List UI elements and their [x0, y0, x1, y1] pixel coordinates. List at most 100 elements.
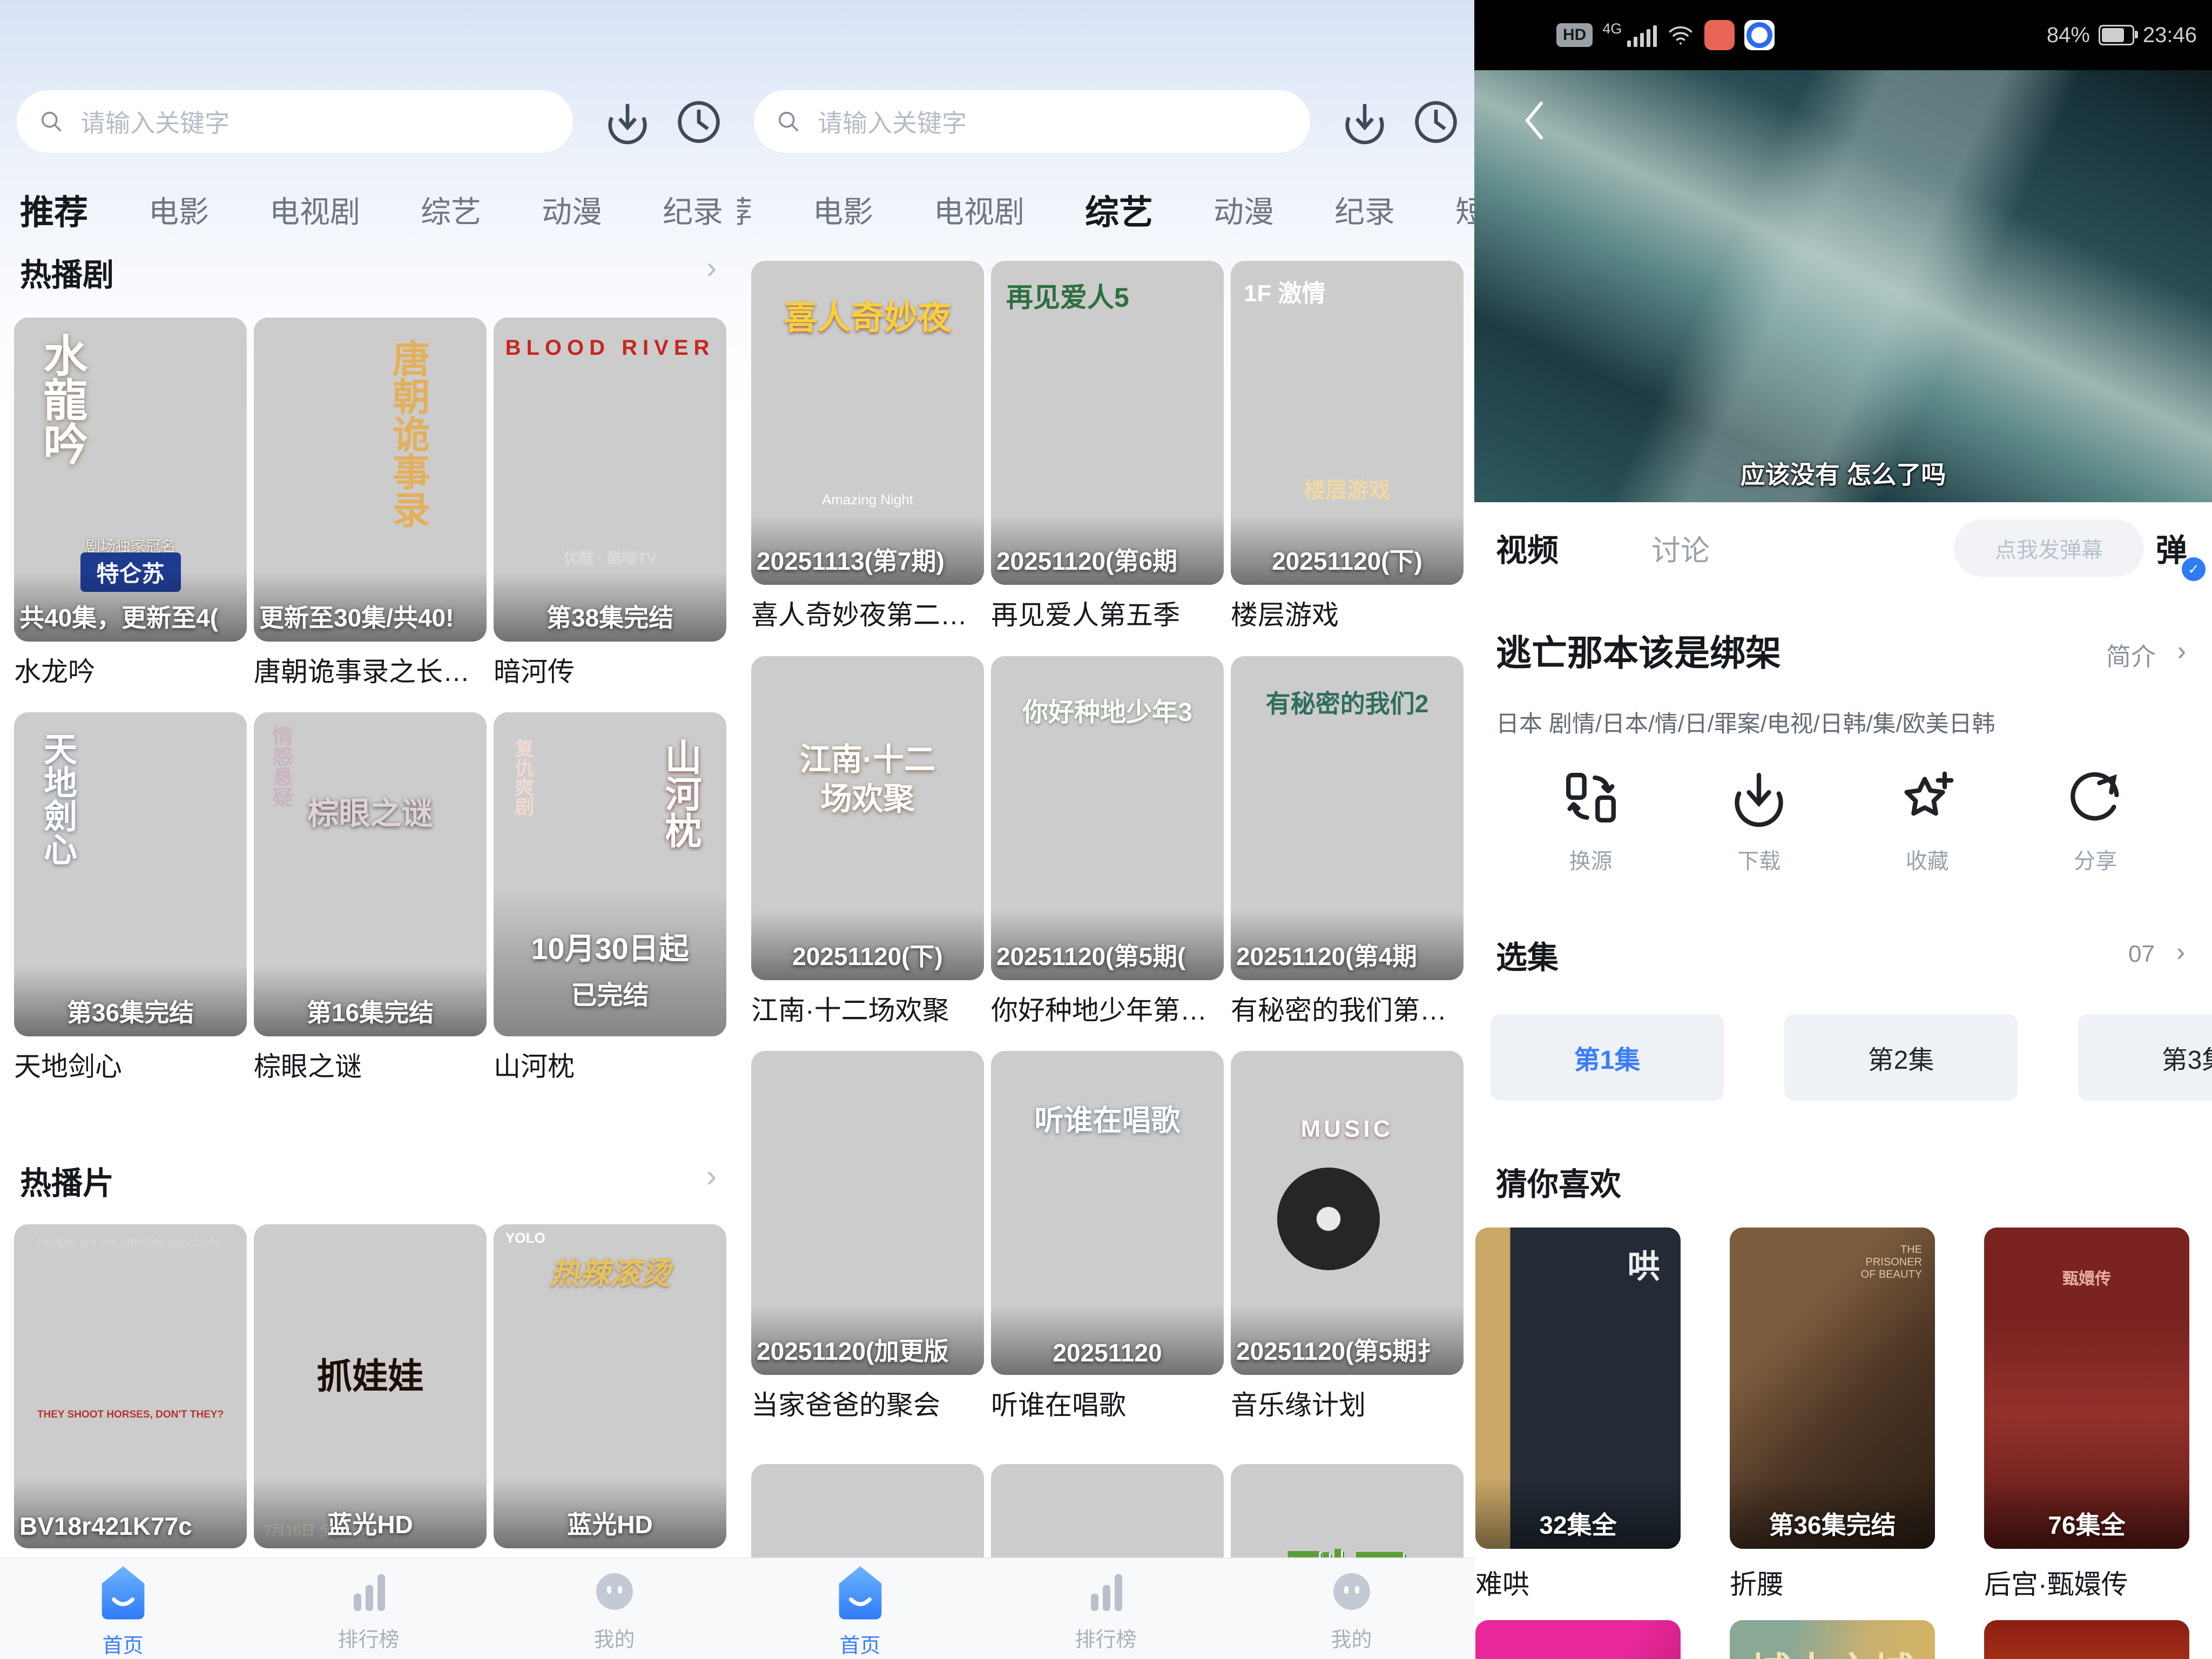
- tab-recommend[interactable]: 推荐: [20, 185, 88, 234]
- poster-card[interactable]: 哄 32集全: [1475, 1228, 1681, 1549]
- chevron-right-icon[interactable]: ›: [2177, 635, 2186, 666]
- tab-anime[interactable]: 动漫: [542, 188, 602, 232]
- poster-card[interactable]: YOLO 热辣滚烫 蓝光HD: [494, 1224, 726, 1548]
- tab-documentary[interactable]: 纪录: [663, 188, 723, 232]
- poster-title[interactable]: 当家爸爸的聚会: [751, 1384, 984, 1422]
- poster-title[interactable]: 难哄: [1475, 1563, 1681, 1602]
- share-button[interactable]: 分享: [2012, 766, 2180, 875]
- poster-card[interactable]: 山河枕 复仇爽剧 10月30日起 已完结: [494, 712, 726, 1036]
- poster-card[interactable]: 有秘密的我们2 20251120(第4期: [1231, 656, 1464, 980]
- poster-title[interactable]: 棕眼之谜: [254, 1045, 487, 1084]
- change-source-button[interactable]: 换源: [1507, 766, 1675, 875]
- poster-title[interactable]: 水龙吟: [14, 650, 247, 689]
- back-button[interactable]: [1521, 98, 1547, 143]
- poster-card[interactable]: People are the ultimate spectacle. THEY …: [14, 1224, 247, 1548]
- poster-slot[interactable]: 1F 激情 楼层游戏 20251120(下) 楼层游戏: [1231, 261, 1464, 632]
- poster-card[interactable]: 喜人奇妙夜 Amazing Night 20251113(第7期): [751, 261, 984, 585]
- poster-slot[interactable]: 江南·十二场欢聚 20251120(下) 江南·十二场欢聚: [751, 656, 984, 1028]
- poster-card[interactable]: 天地劍心 第36集完结: [14, 712, 247, 1036]
- poster-slot[interactable]: 唐朝诡事录 更新至30集/共40! 唐朝诡事录之长…: [254, 318, 487, 689]
- chevron-right-icon[interactable]: ›: [2176, 938, 2185, 967]
- nav-ranking[interactable]: 排行榜: [246, 1559, 491, 1659]
- history-button[interactable]: [1409, 95, 1463, 149]
- poster-slot[interactable]: THE PRISONER OF BEAUTY 第36集完结 折腰: [1730, 1228, 1935, 1602]
- poster-title[interactable]: 音乐缘计划: [1231, 1384, 1464, 1422]
- video-player[interactable]: [1474, 0, 2212, 502]
- poster-card[interactable]: BLOOD RIVER 优酷 · 酷喵TV 第38集完结: [494, 318, 726, 642]
- poster-slot[interactable]: MUSIC 20251120(第5期扌 音乐缘计划: [1231, 1051, 1464, 1422]
- poster-slot[interactable]: People are the ultimate spectacle. THEY …: [14, 1224, 247, 1548]
- poster-card[interactable]: 甄嬛传 76集全: [1984, 1228, 2189, 1549]
- nav-me[interactable]: 我的: [1229, 1559, 1474, 1659]
- poster-title[interactable]: 有秘密的我们第…: [1231, 989, 1464, 1028]
- tab-discussion[interactable]: 讨论: [1651, 527, 1710, 569]
- downloads-button[interactable]: [601, 95, 655, 149]
- poster-slot[interactable]: BLOOD RIVER 优酷 · 酷喵TV 第38集完结 暗河传: [494, 318, 726, 689]
- tab-recommend-partial[interactable]: 推荐: [737, 188, 752, 232]
- poster-title[interactable]: 后宫·甄嬛传: [1984, 1563, 2189, 1602]
- poster-card[interactable]: 情感悬疑 棕眼之谜 第16集完结: [254, 712, 487, 1036]
- poster-card[interactable]: 抓娃娃 7月16日 全国上映 蓝光HD: [254, 1224, 487, 1548]
- poster-card[interactable]: [1475, 1620, 1681, 1659]
- poster-slot[interactable]: 喜人奇妙夜 Amazing Night 20251113(第7期) 喜人奇妙夜第…: [751, 261, 984, 632]
- episode-3-chip[interactable]: 第3集: [2078, 1014, 2212, 1101]
- downloads-button[interactable]: [1338, 95, 1392, 149]
- tab-tv[interactable]: 电视剧: [934, 188, 1024, 232]
- poster-card[interactable]: [1984, 1620, 2189, 1659]
- search-bar[interactable]: 请输入关键字: [17, 90, 573, 153]
- intro-link[interactable]: 简介: [2106, 637, 2156, 673]
- episode-2-chip[interactable]: 第2集: [1784, 1014, 2018, 1101]
- poster-card[interactable]: 再见爱人5 20251120(第6期: [991, 261, 1224, 585]
- nav-me[interactable]: 我的: [491, 1559, 737, 1659]
- poster-card[interactable]: 水龍吟 剧场独家冠名 特仑苏 共40集，更新至4(: [14, 318, 247, 642]
- poster-slot[interactable]: 情感悬疑 棕眼之谜 第16集完结 棕眼之谜: [254, 712, 487, 1084]
- poster-title[interactable]: 楼层游戏: [1231, 594, 1464, 632]
- poster-title[interactable]: 唐朝诡事录之长…: [254, 650, 487, 689]
- poster-card[interactable]: 城中之城: [1730, 1620, 1935, 1659]
- poster-card[interactable]: 唐朝诡事录 更新至30集/共40!: [254, 318, 487, 642]
- poster-slot[interactable]: 你好种地少年3 20251120(第5期( 你好种地少年第…: [991, 656, 1224, 1028]
- poster-slot[interactable]: 听谁在唱歌 20251120 听谁在唱歌: [991, 1051, 1224, 1422]
- tab-tv[interactable]: 电视剧: [269, 188, 360, 232]
- favorite-button[interactable]: 收藏: [1843, 766, 2012, 875]
- poster-card[interactable]: 你好种地少年3 20251120(第5期(: [991, 656, 1224, 980]
- chevron-right-icon[interactable]: ›: [706, 249, 717, 286]
- poster-title[interactable]: 再见爱人第五季: [991, 594, 1224, 632]
- poster-card[interactable]: 听谁在唱歌 20251120: [991, 1051, 1224, 1375]
- poster-slot[interactable]: 再见爱人5 20251120(第6期 再见爱人第五季: [991, 261, 1224, 632]
- poster-title[interactable]: 喜人奇妙夜第二…: [751, 594, 984, 632]
- poster-slot[interactable]: YOLO 热辣滚烫 蓝光HD: [494, 1224, 726, 1548]
- poster-card[interactable]: THE PRISONER OF BEAUTY 第36集完结: [1730, 1228, 1935, 1549]
- tab-anime[interactable]: 动漫: [1213, 188, 1274, 232]
- poster-title[interactable]: 山河枕: [494, 1045, 726, 1084]
- poster-slot[interactable]: 20251120(加更版 当家爸爸的聚会: [751, 1051, 984, 1422]
- poster-slot[interactable]: 哄 32集全 难哄: [1475, 1228, 1681, 1602]
- poster-slot[interactable]: 山河枕 复仇爽剧 10月30日起 已完结 山河枕: [494, 712, 726, 1084]
- poster-title[interactable]: 天地剑心: [14, 1045, 247, 1084]
- nav-ranking[interactable]: 排行榜: [983, 1559, 1229, 1659]
- poster-slot[interactable]: 天地劍心 第36集完结 天地剑心: [14, 712, 247, 1084]
- poster-card[interactable]: MUSIC 20251120(第5期扌: [1231, 1051, 1464, 1375]
- history-button[interactable]: [672, 95, 726, 149]
- poster-title[interactable]: 暗河传: [494, 650, 726, 689]
- poster-title[interactable]: 江南·十二场欢聚: [751, 989, 984, 1028]
- poster-slot[interactable]: 抓娃娃 7月16日 全国上映 蓝光HD: [254, 1224, 487, 1548]
- episode-1-chip[interactable]: 第1集: [1491, 1014, 1724, 1101]
- poster-slot[interactable]: 有秘密的我们2 20251120(第4期 有秘密的我们第…: [1231, 656, 1464, 1028]
- poster-title[interactable]: 听谁在唱歌: [991, 1384, 1224, 1422]
- tab-variety[interactable]: 综艺: [1085, 185, 1153, 234]
- tab-movies[interactable]: 电影: [813, 188, 873, 232]
- nav-home[interactable]: 首页: [0, 1559, 246, 1659]
- tab-documentary[interactable]: 纪录: [1334, 188, 1395, 232]
- danmaku-input[interactable]: 点我发弹幕: [1954, 520, 2144, 577]
- poster-card[interactable]: 20251120(加更版: [751, 1051, 984, 1375]
- download-button[interactable]: 下载: [1675, 766, 1844, 875]
- poster-title[interactable]: 折腰: [1730, 1563, 1935, 1602]
- search-bar[interactable]: 请输入关键字: [754, 90, 1310, 153]
- poster-card[interactable]: 江南·十二场欢聚 20251120(下): [751, 656, 984, 980]
- tab-movies[interactable]: 电影: [149, 188, 209, 232]
- tab-shorts[interactable]: 短剧: [1455, 188, 1474, 232]
- poster-slot[interactable]: 水龍吟 剧场独家冠名 特仑苏 共40集，更新至4( 水龙吟: [14, 318, 247, 689]
- poster-slot[interactable]: 甄嬛传 76集全 后宫·甄嬛传: [1984, 1228, 2189, 1602]
- poster-card[interactable]: 1F 激情 楼层游戏 20251120(下): [1231, 261, 1464, 585]
